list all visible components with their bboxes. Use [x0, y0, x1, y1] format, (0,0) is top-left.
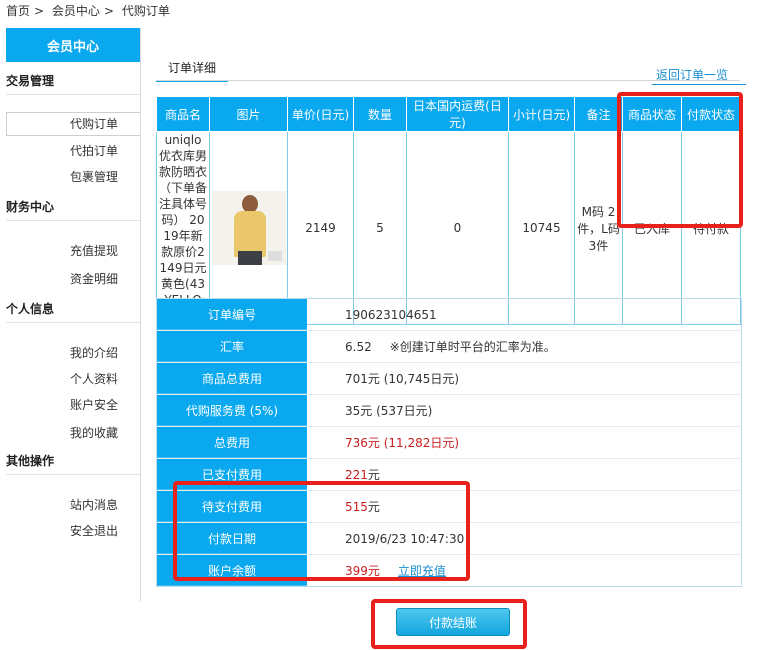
due-amount-unit: 元 [367, 500, 380, 514]
breadcrumb-home[interactable]: 首页 [6, 4, 30, 18]
sidebar-group-personal: 个人信息 [6, 302, 55, 316]
back-to-orders-link[interactable]: 返回订单一览 [651, 66, 747, 85]
sidebar-item-funds-detail[interactable]: 资金明细 [6, 270, 140, 287]
summary-label: 汇率 [157, 331, 307, 362]
summary-label: 代购服务费 (5%) [157, 395, 307, 426]
product-table: 商品名 图片 单价(日元) 数量 日本国内运费(日元) 小计(日元) 备注 商品… [156, 96, 741, 325]
sidebar-border [140, 28, 141, 602]
col-header-pay-status: 付款状态 [681, 96, 741, 132]
sidebar: 会员中心 交易管理 代购订单 代拍订单 包裹管理 财务中心 充值提现 资金明细 … [6, 28, 140, 602]
account-balance: 399元 立即充值 [307, 555, 741, 586]
sidebar-item-favorites[interactable]: 我的收藏 [6, 424, 140, 441]
summary-row-service-fee: 代购服务费 (5%) 35元 (537日元) [157, 395, 741, 427]
order-summary: 订单编号 190623104651 汇率 6.52 ※创建订单时平台的汇率为准。… [156, 298, 742, 587]
subtotal: 10745 [508, 131, 575, 325]
summary-row-rate: 汇率 6.52 ※创建订单时平台的汇率为准。 [157, 331, 741, 363]
element-4 [268, 251, 282, 261]
col-header-name: 商品名 [156, 96, 210, 132]
col-header-note: 备注 [574, 96, 623, 132]
breadcrumb: 首页 > 会员中心 > 代购订单 [6, 2, 174, 19]
breadcrumb-separator: > [103, 4, 114, 18]
sidebar-divider [6, 220, 140, 221]
recharge-link[interactable]: 立即充值 [398, 562, 446, 579]
service-fee: 35元 (537日元) [345, 404, 433, 418]
sidebar-title[interactable]: 会员中心 [6, 28, 140, 62]
goods-total: 701元 (10,745日元) [345, 372, 460, 386]
sidebar-item-profile[interactable]: 个人资料 [6, 370, 140, 387]
sidebar-divider [6, 94, 140, 95]
account-balance-value: 399元 [345, 564, 380, 578]
paid-amount: 221 元 [307, 459, 741, 490]
due-amount: 515 元 [307, 491, 741, 522]
product-image[interactable] [212, 191, 286, 265]
sidebar-item-messages[interactable]: 站内消息 [6, 496, 140, 513]
breadcrumb-member[interactable]: 会员中心 [52, 4, 100, 18]
summary-row-pay-date: 付款日期 2019/6/23 10:47:30 [157, 523, 741, 555]
sidebar-item-logout[interactable]: 安全退出 [6, 522, 140, 539]
col-header-shipping: 日本国内运费(日元) [406, 96, 509, 132]
col-header-item-status: 商品状态 [622, 96, 682, 132]
sidebar-group-other: 其他操作 [6, 454, 55, 468]
pay-date: 2019/6/23 10:47:30 [345, 531, 465, 546]
summary-row-due: 待支付费用 515 元 [157, 491, 741, 523]
summary-row-balance: 账户余额 399元 立即充值 [157, 555, 741, 586]
quantity: 5 [353, 131, 407, 325]
tab-underline [156, 80, 740, 81]
summary-label: 总费用 [157, 427, 307, 458]
summary-label: 商品总费用 [157, 363, 307, 394]
pay-checkout-button[interactable]: 付款结账 [396, 608, 510, 636]
sidebar-item-purchase-orders[interactable]: 代购订单 [6, 112, 140, 136]
summary-label: 待支付费用 [157, 491, 307, 522]
pay-status: 待付款 [681, 131, 741, 325]
sidebar-item-packages[interactable]: 包裹管理 [6, 168, 140, 185]
summary-row-order-no: 订单编号 190623104651 [157, 299, 741, 331]
summary-row-paid: 已支付费用 221 元 [157, 459, 741, 491]
paid-amount-unit: 元 [367, 468, 380, 482]
summary-label: 订单编号 [157, 299, 307, 330]
note: M码 2件，L码3件 [574, 131, 623, 325]
summary-label: 付款日期 [157, 523, 307, 554]
sidebar-item-security[interactable]: 账户安全 [6, 396, 140, 413]
product-image-cell [209, 131, 288, 325]
due-amount-value: 515 [345, 499, 368, 514]
product-table-header: 商品名 图片 单价(日元) 数量 日本国内运费(日元) 小计(日元) 备注 商品… [156, 96, 741, 132]
table-row: uniqlo优衣库男款防晒衣（下单备注具体号码） 2019年新款原价2149日元… [156, 131, 741, 325]
exchange-rate-value: 6.52 [345, 339, 372, 354]
col-header-image: 图片 [209, 96, 288, 132]
exchange-rate: 6.52 ※创建订单时平台的汇率为准。 [307, 331, 741, 362]
summary-row-goods-total: 商品总费用 701元 (10,745日元) [157, 363, 741, 395]
product-name[interactable]: uniqlo优衣库男款防晒衣（下单备注具体号码） 2019年新款原价2149日元… [156, 131, 210, 325]
sidebar-divider [6, 474, 140, 475]
sidebar-group-finance: 财务中心 [6, 200, 55, 214]
breadcrumb-separator: > [34, 4, 45, 18]
col-header-subtotal: 小计(日元) [508, 96, 575, 132]
total-fee: 736元 (11,282日元) [345, 436, 460, 450]
exchange-rate-note: ※创建订单时平台的汇率为准。 [389, 340, 556, 354]
element-3 [238, 251, 262, 265]
item-status: 已入库 [622, 131, 682, 325]
tab-order-detail[interactable]: 订单详细 [156, 58, 228, 82]
unit-price: 2149 [287, 131, 354, 325]
shipping-fee: 0 [406, 131, 509, 325]
sidebar-divider [6, 322, 140, 323]
paid-amount-value: 221 [345, 467, 368, 482]
order-number: 190623104651 [345, 307, 437, 322]
summary-label: 已支付费用 [157, 459, 307, 490]
summary-row-total: 总费用 736元 (11,282日元) [157, 427, 741, 459]
col-header-unit-price: 单价(日元) [287, 96, 354, 132]
col-header-qty: 数量 [353, 96, 407, 132]
sidebar-item-auction-orders[interactable]: 代拍订单 [6, 142, 140, 159]
breadcrumb-current: 代购订单 [121, 4, 170, 18]
sidebar-item-intro[interactable]: 我的介绍 [6, 344, 140, 361]
sidebar-item-recharge[interactable]: 充值提现 [6, 242, 140, 259]
summary-label: 账户余额 [157, 555, 307, 586]
sidebar-group-trade: 交易管理 [6, 74, 55, 88]
